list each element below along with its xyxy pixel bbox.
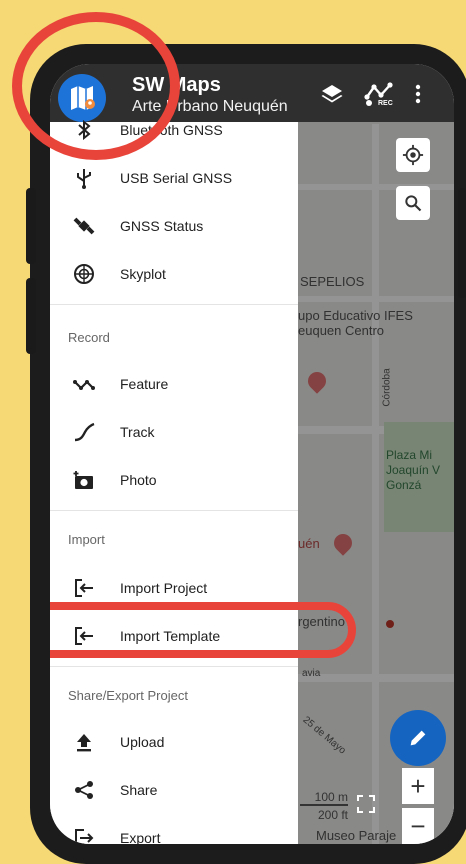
drawer-divider — [50, 666, 298, 667]
drawer-item-photo[interactable]: Photo — [50, 458, 298, 502]
annotation-highlight-pill — [50, 602, 356, 658]
navigation-drawer: Bluetooth GNSS USB Serial GNSS GNSS Stat… — [50, 120, 298, 844]
drawer-divider — [50, 510, 298, 511]
phone-side-button — [458, 188, 466, 298]
fullscreen-icon[interactable] — [356, 794, 376, 814]
map-search-button[interactable] — [396, 186, 430, 220]
section-header-record: Record — [68, 330, 110, 345]
zoom-in-button[interactable]: + — [402, 768, 434, 804]
scale-bar-meters: 100 m — [300, 790, 348, 806]
drawer-item-label: Skyplot — [120, 266, 166, 282]
export-icon — [72, 826, 96, 844]
feature-icon — [72, 372, 96, 396]
drawer-item-usb-serial-gnss[interactable]: USB Serial GNSS — [50, 156, 298, 200]
drawer-item-label: Import Project — [120, 580, 208, 596]
drawer-item-label: Photo — [120, 472, 157, 488]
section-header-import: Import — [68, 532, 105, 547]
device-screen: SEPELIOS upo Educativo IFES euquen Centr… — [50, 64, 454, 844]
track-icon — [72, 420, 96, 444]
import-icon — [72, 576, 96, 600]
drawer-item-gnss-status[interactable]: GNSS Status — [50, 204, 298, 248]
phone-side-button — [26, 278, 36, 354]
drawer-item-share[interactable]: Share — [50, 768, 298, 812]
drawer-item-export[interactable]: Export — [50, 816, 298, 844]
drawer-item-track[interactable]: Track — [50, 410, 298, 454]
drawer-item-label: Track — [120, 424, 155, 440]
drawer-item-feature[interactable]: Feature — [50, 362, 298, 406]
drawer-item-label: GNSS Status — [120, 218, 204, 234]
pencil-icon — [410, 730, 426, 746]
drawer-divider — [50, 304, 298, 305]
drawer-item-label: Feature — [120, 376, 169, 392]
drawer-item-label: USB Serial GNSS — [120, 170, 233, 186]
skyplot-icon — [72, 262, 96, 286]
more-vert-icon — [415, 84, 421, 104]
layers-button[interactable] — [318, 82, 346, 106]
scale-bar-feet: 200 ft — [317, 808, 348, 822]
satellite-icon — [72, 214, 96, 238]
drawer-item-label: Export — [120, 830, 161, 844]
drawer-item-skyplot[interactable]: Skyplot — [50, 252, 298, 296]
annotation-highlight-circle — [12, 12, 180, 160]
zoom-out-button[interactable]: − — [402, 808, 434, 844]
my-location-button[interactable] — [396, 138, 430, 172]
drawer-item-label: Share — [120, 782, 158, 798]
crosshair-icon — [402, 144, 424, 166]
share-icon — [72, 778, 96, 802]
drawer-item-upload[interactable]: Upload — [50, 720, 298, 764]
overflow-menu-button[interactable] — [410, 82, 426, 106]
usb-icon — [72, 166, 96, 190]
phone-side-button — [26, 188, 36, 264]
section-header-share-export: Share/Export Project — [68, 688, 188, 703]
search-icon — [405, 195, 422, 212]
rec-badge: REC — [378, 100, 393, 107]
camera-icon — [72, 468, 96, 492]
edit-fab-button[interactable] — [390, 710, 446, 766]
layers-icon — [321, 85, 343, 103]
drawer-item-label: Upload — [120, 734, 165, 750]
record-feature-button[interactable]: REC — [362, 82, 396, 107]
upload-icon — [72, 730, 96, 754]
